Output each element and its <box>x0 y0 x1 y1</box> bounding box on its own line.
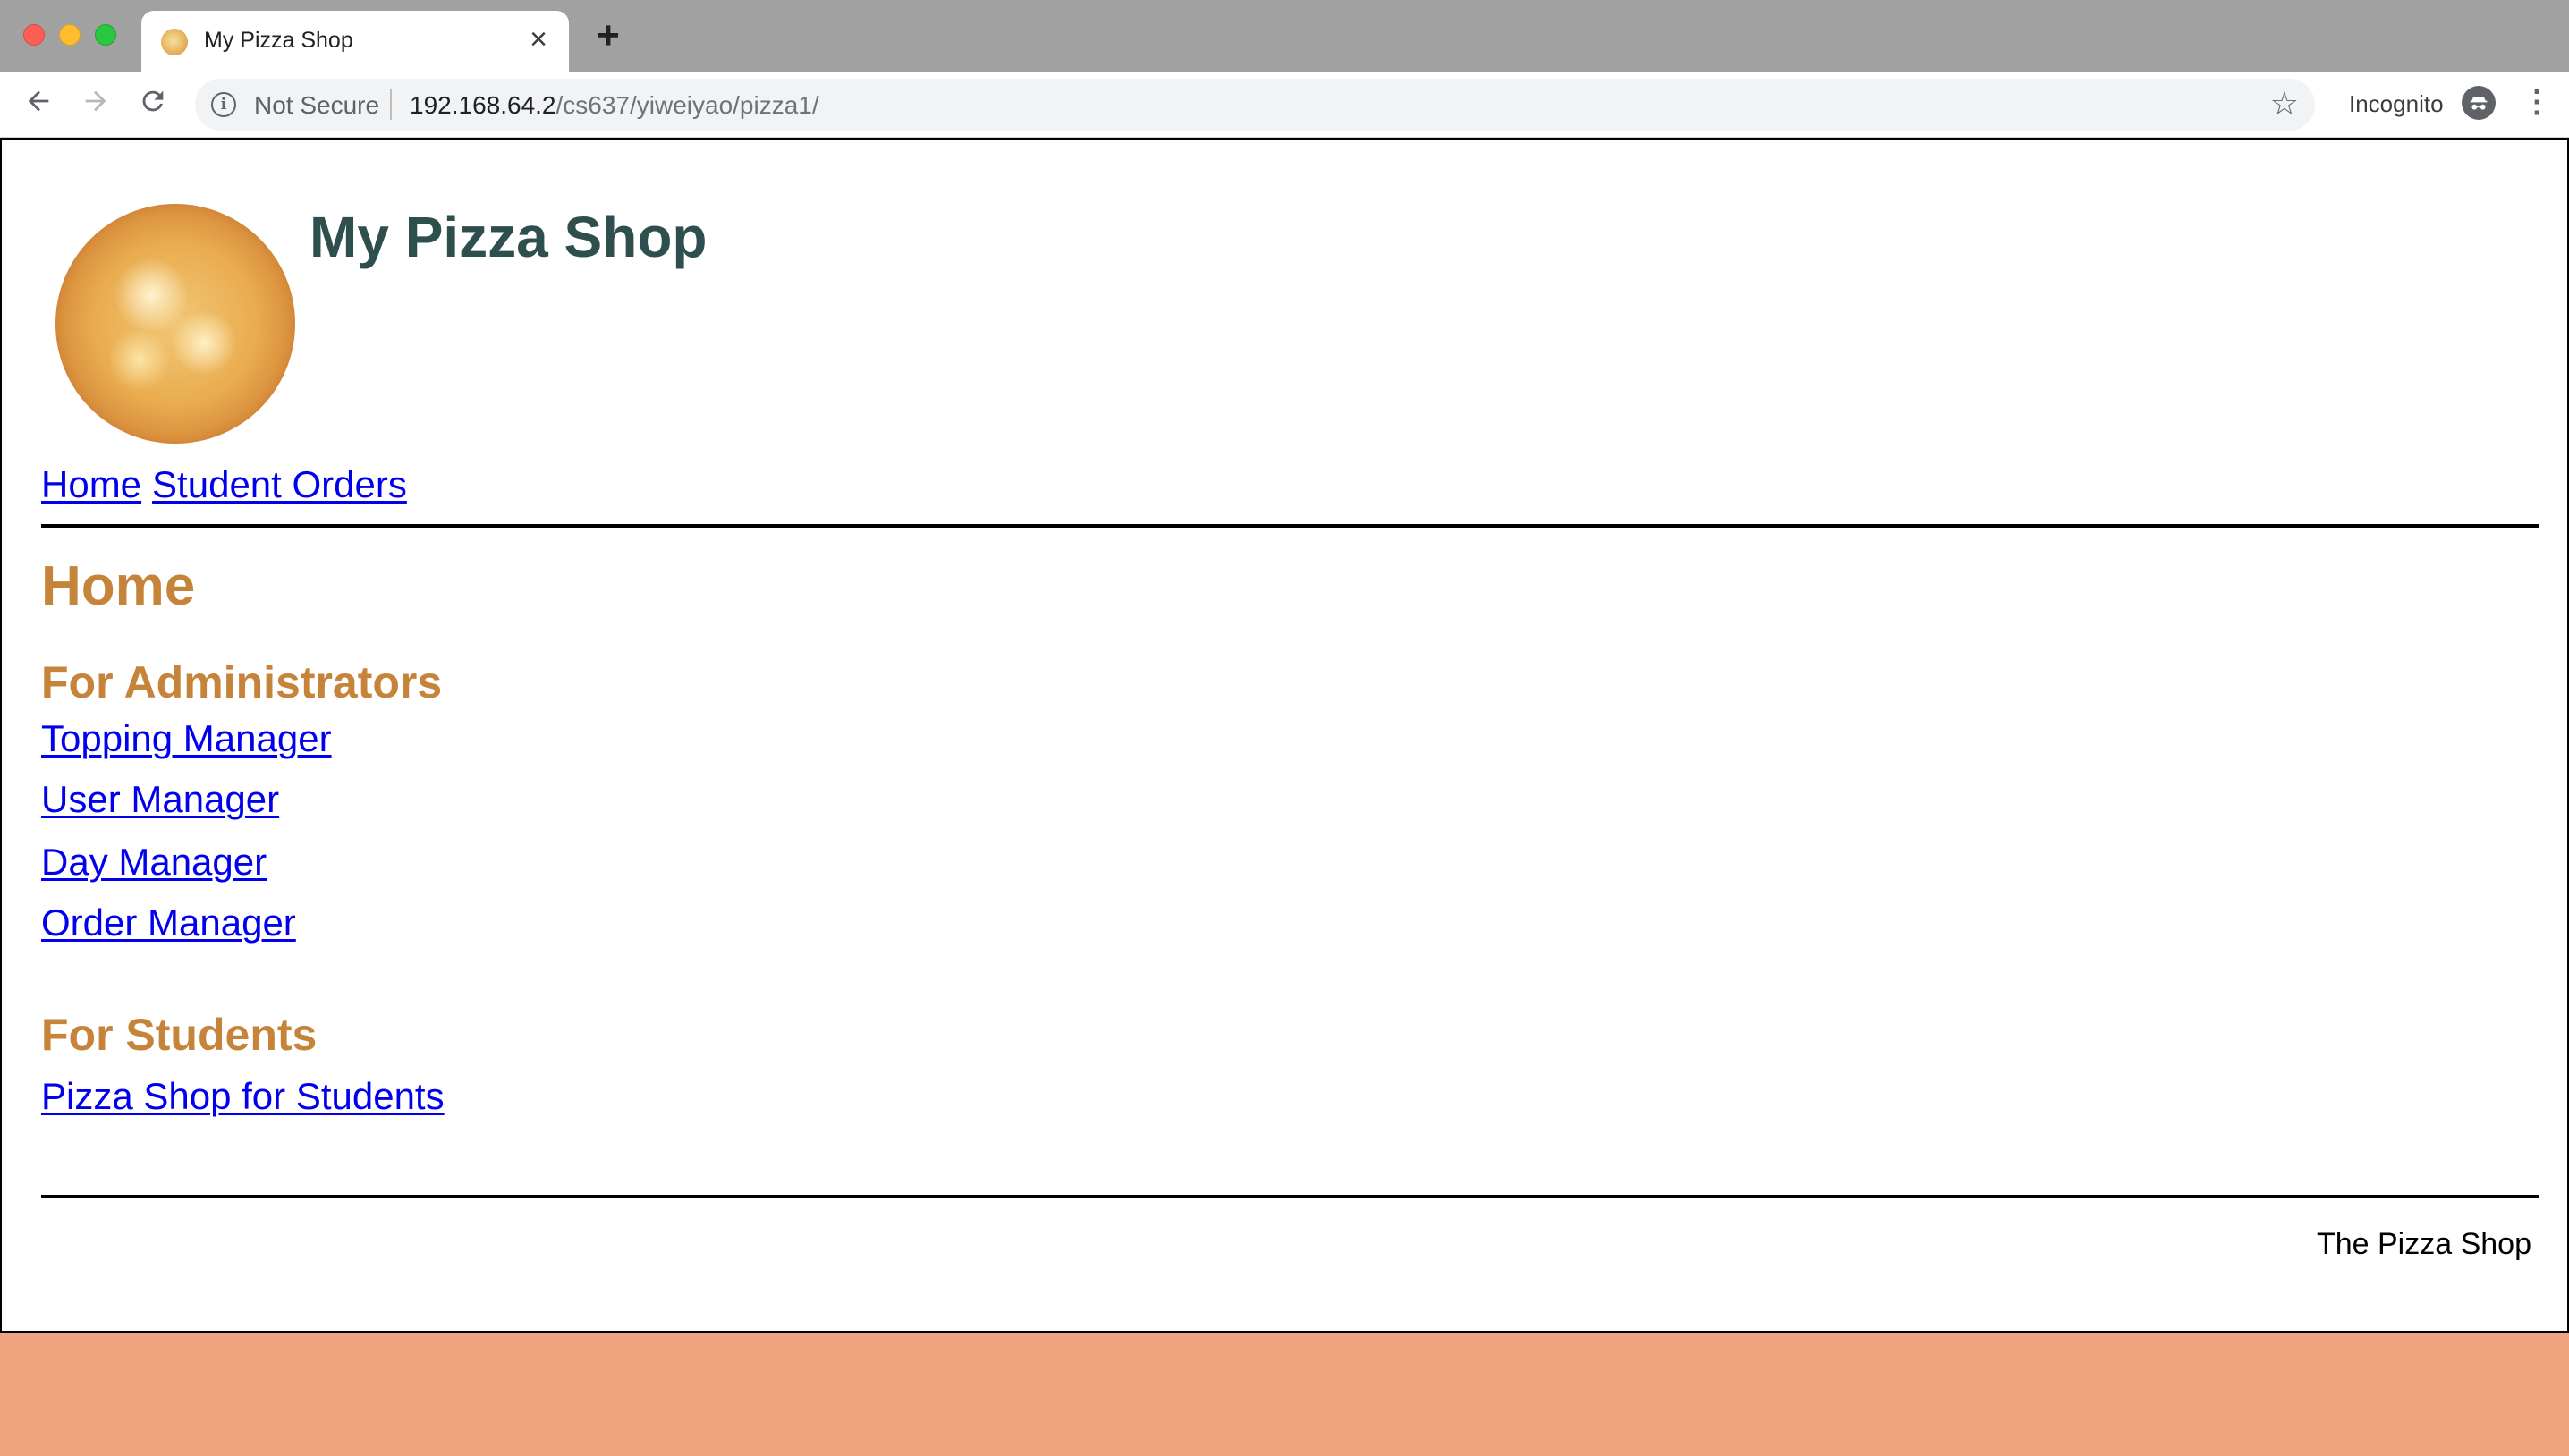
student-link-item: Pizza Shop for Students <box>41 1075 445 1118</box>
footer-text: The Pizza Shop <box>2316 1227 2531 1261</box>
admin-section-heading: For Administrators <box>41 657 443 707</box>
user-manager-link[interactable]: User Manager <box>41 778 279 820</box>
minimize-window-button[interactable] <box>59 24 81 46</box>
url-path: /cs637/yiweiyao/pizza1/ <box>555 91 819 119</box>
desktop-background <box>0 1333 2569 1456</box>
security-label: Not Secure <box>254 91 380 119</box>
kebab-menu-icon[interactable]: ⋮ <box>2521 84 2553 120</box>
admin-link-item: Topping Manager <box>41 717 332 760</box>
browser-tab[interactable]: My Pizza Shop × <box>141 11 569 72</box>
url-text[interactable]: 192.168.64.2/cs637/yiweiyao/pizza1/ <box>410 91 819 120</box>
maximize-window-button[interactable] <box>95 24 116 46</box>
address-bar[interactable]: i Not Secure 192.168.64.2/cs637/yiweiyao… <box>195 79 2315 131</box>
incognito-icon[interactable] <box>2462 86 2496 120</box>
page-viewport: My Pizza Shop Home Student Orders Home Fo… <box>0 138 2569 1333</box>
info-icon[interactable]: i <box>211 92 236 117</box>
bookmark-star-icon[interactable]: ☆ <box>2270 86 2299 122</box>
admin-link-item: Order Manager <box>41 902 296 944</box>
reload-icon[interactable] <box>134 86 172 123</box>
pizza-favicon-icon <box>161 29 188 55</box>
nav-link-home[interactable]: Home <box>41 463 141 505</box>
top-navigation: Home Student Orders <box>41 463 418 506</box>
admin-link-item: User Manager <box>41 778 279 821</box>
footer-divider <box>41 1195 2539 1198</box>
forward-arrow-icon[interactable] <box>77 86 114 123</box>
site-title: My Pizza Shop <box>309 205 708 269</box>
incognito-label: Incognito <box>2349 90 2444 117</box>
tab-title: My Pizza Shop <box>204 28 353 53</box>
admin-link-item: Day Manager <box>41 841 267 884</box>
day-manager-link[interactable]: Day Manager <box>41 841 267 883</box>
new-tab-button[interactable]: + <box>590 16 626 55</box>
back-arrow-icon[interactable] <box>20 86 57 123</box>
pizza-logo-image <box>55 204 295 444</box>
close-window-button[interactable] <box>23 24 45 46</box>
nav-link-student-orders[interactable]: Student Orders <box>152 463 407 505</box>
order-manager-link[interactable]: Order Manager <box>41 902 296 944</box>
page-heading: Home <box>41 555 196 617</box>
url-host: 192.168.64.2 <box>410 91 556 119</box>
close-tab-icon[interactable]: × <box>522 23 555 55</box>
browser-title-bar: My Pizza Shop × + <box>0 0 2569 72</box>
students-section-heading: For Students <box>41 1010 318 1060</box>
topping-manager-link[interactable]: Topping Manager <box>41 717 332 759</box>
header-divider <box>41 524 2539 528</box>
address-divider <box>390 89 392 120</box>
browser-toolbar: i Not Secure 192.168.64.2/cs637/yiweiyao… <box>0 72 2569 138</box>
pizza-shop-for-students-link[interactable]: Pizza Shop for Students <box>41 1075 445 1117</box>
